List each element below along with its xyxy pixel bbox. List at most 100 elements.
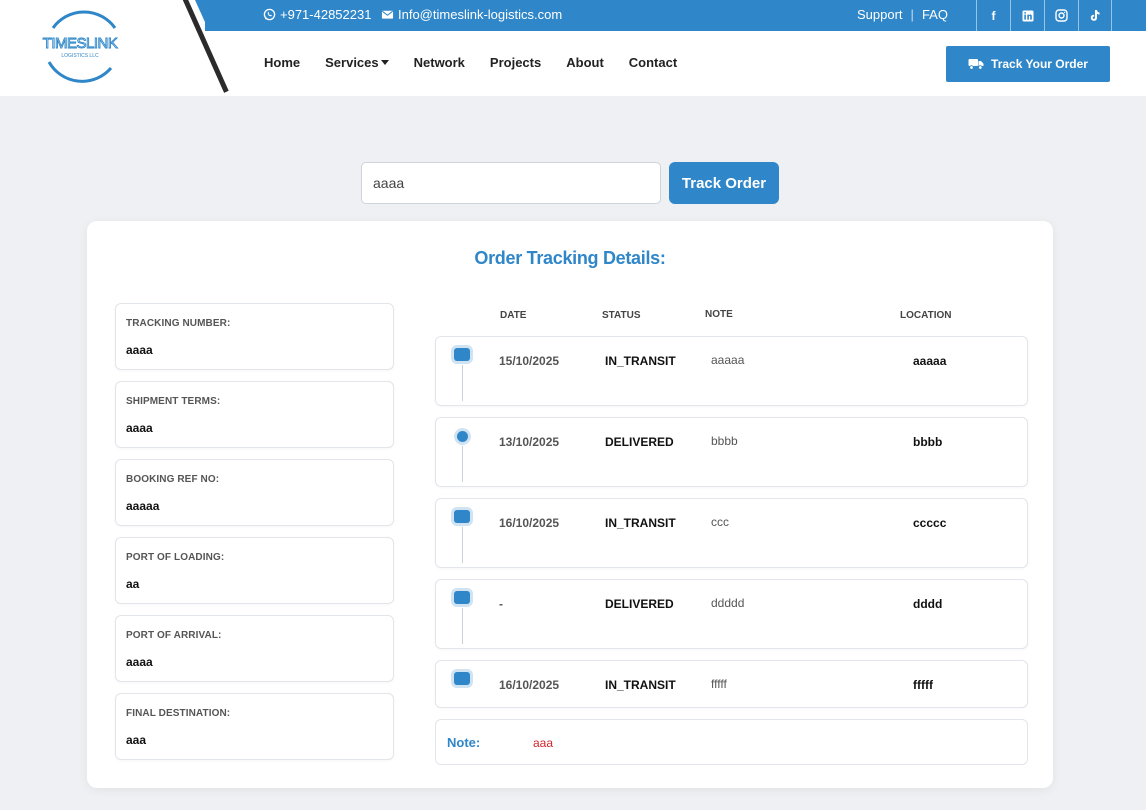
nav-home[interactable]: Home: [264, 55, 300, 70]
support-link[interactable]: Support: [857, 7, 903, 22]
instagram-glyph: [1055, 9, 1068, 22]
chevron-down-icon: [380, 60, 389, 65]
track-your-order-label: Track Your Order: [991, 57, 1088, 71]
track-order-button[interactable]: Track Order: [669, 162, 779, 204]
site-header: TIMESLINK LOGISTICS LLC +971-42852231 In…: [0, 0, 1146, 96]
logo-text: TIMESLINK: [43, 35, 118, 52]
timeline-row: 16/10/2025 IN_TRANSIT ccc ccccc: [435, 498, 1028, 568]
status-marker-icon: [454, 348, 470, 361]
info-port-of-loading: PORT OF LOADING: aa: [115, 537, 394, 604]
email-contact[interactable]: Info@timeslink-logistics.com: [381, 7, 562, 22]
row-date: 16/10/2025: [499, 678, 560, 692]
info-label: PORT OF ARRIVAL:: [126, 630, 222, 641]
info-value: aaaa: [126, 343, 153, 357]
truck-icon: [968, 59, 984, 70]
shipment-info-list: TRACKING NUMBER: aaaa SHIPMENT TERMS: aa…: [115, 303, 394, 771]
info-booking-ref: BOOKING REF NO: aaaaa: [115, 459, 394, 526]
row-note: bbbb: [711, 434, 738, 448]
timeline-row: 13/10/2025 DELIVERED bbbb bbbb: [435, 417, 1028, 487]
logo-subtext: LOGISTICS LLC: [61, 53, 99, 59]
top-links: Support | FAQ: [857, 7, 948, 22]
row-note: ddddd: [711, 596, 745, 610]
phone-number: +971-42852231: [280, 7, 372, 22]
timeline-header: DATE STATUS NOTE LOCATION: [435, 303, 1028, 336]
nav-services[interactable]: Services: [325, 55, 389, 70]
col-location: LOCATION: [900, 310, 952, 321]
row-note: fffff: [711, 677, 727, 691]
row-status: IN_TRANSIT: [605, 678, 676, 692]
envelope-icon: [381, 10, 394, 19]
info-shipment-terms: SHIPMENT TERMS: aaaa: [115, 381, 394, 448]
info-value: aaaa: [126, 421, 153, 435]
tracking-timeline: DATE STATUS NOTE LOCATION 15/10/2025 IN_…: [435, 303, 1028, 765]
row-location: aaaaa: [913, 354, 947, 368]
status-marker-icon: [454, 672, 470, 685]
email-address: Info@timeslink-logistics.com: [398, 7, 563, 22]
tiktok-glyph: [1090, 10, 1100, 21]
info-label: BOOKING REF NO:: [126, 474, 220, 485]
nav-services-label: Services: [325, 55, 379, 70]
tiktok-icon[interactable]: [1078, 0, 1112, 31]
facebook-icon[interactable]: f: [976, 0, 1010, 31]
timeline-row: 16/10/2025 IN_TRANSIT fffff fffff: [435, 660, 1028, 708]
faq-link[interactable]: FAQ: [922, 7, 948, 22]
nav-contact[interactable]: Contact: [629, 55, 677, 70]
col-date: DATE: [500, 310, 527, 321]
info-final-destination: FINAL DESTINATION: aaa: [115, 693, 394, 760]
whatsapp-icon: [263, 8, 276, 21]
nav-network[interactable]: Network: [414, 55, 465, 70]
instagram-icon[interactable]: [1044, 0, 1078, 31]
info-value: aaa: [126, 733, 147, 747]
link-separator: |: [910, 7, 914, 22]
info-value: aaaa: [126, 655, 153, 669]
row-date: 13/10/2025: [499, 435, 560, 449]
info-value: aa: [126, 577, 140, 591]
row-status: DELIVERED: [605, 435, 674, 449]
timeline-connector: [462, 365, 463, 401]
info-value: aaaaa: [126, 499, 160, 513]
nav-projects[interactable]: Projects: [490, 55, 541, 70]
timeline-connector: [462, 446, 463, 482]
tracking-details-title: Order Tracking Details:: [474, 248, 666, 268]
info-label: TRACKING NUMBER:: [126, 318, 231, 329]
row-status: IN_TRANSIT: [605, 354, 676, 368]
nav-about[interactable]: About: [566, 55, 604, 70]
status-marker-icon: [454, 591, 470, 604]
row-status: IN_TRANSIT: [605, 516, 676, 530]
company-logo[interactable]: TIMESLINK LOGISTICS LLC: [33, 10, 128, 84]
info-port-of-arrival: PORT OF ARRIVAL: aaaa: [115, 615, 394, 682]
row-date: -: [499, 597, 503, 611]
status-marker-icon: [457, 431, 468, 442]
row-location: ccccc: [913, 516, 947, 530]
order-tracking-card: Order Tracking Details: TRACKING NUMBER:…: [87, 221, 1053, 788]
tracking-number-input[interactable]: [361, 162, 661, 204]
status-marker-icon: [454, 510, 470, 523]
info-label: SHIPMENT TERMS:: [126, 396, 221, 407]
row-note: ccc: [711, 515, 729, 529]
info-label: FINAL DESTINATION:: [126, 708, 231, 719]
note-label: Note:: [447, 735, 481, 750]
row-status: DELIVERED: [605, 597, 674, 611]
note-value: aaa: [533, 736, 554, 750]
row-location: dddd: [913, 597, 943, 611]
linkedin-icon[interactable]: [1010, 0, 1044, 31]
col-status: STATUS: [602, 310, 641, 321]
social-links: f: [976, 0, 1112, 31]
col-note: NOTE: [705, 309, 733, 320]
row-note: aaaaa: [711, 353, 745, 367]
timeline-connector: [462, 608, 463, 644]
linkedin-glyph: [1022, 10, 1033, 21]
row-location: fffff: [913, 678, 933, 692]
row-location: bbbb: [913, 435, 943, 449]
timeline-row: - DELIVERED ddddd dddd: [435, 579, 1028, 649]
track-your-order-button[interactable]: Track Your Order: [946, 46, 1110, 82]
row-date: 15/10/2025: [499, 354, 560, 368]
timeline-row: 15/10/2025 IN_TRANSIT aaaaa aaaaa: [435, 336, 1028, 406]
main-nav: Home Services Network Projects About Con…: [264, 55, 702, 70]
info-tracking-number: TRACKING NUMBER: aaaa: [115, 303, 394, 370]
row-date: 16/10/2025: [499, 516, 560, 530]
phone-contact[interactable]: +971-42852231: [263, 7, 371, 22]
order-note: Note: aaa: [435, 719, 1028, 765]
info-label: PORT OF LOADING:: [126, 552, 225, 563]
timeline-connector: [462, 527, 463, 563]
